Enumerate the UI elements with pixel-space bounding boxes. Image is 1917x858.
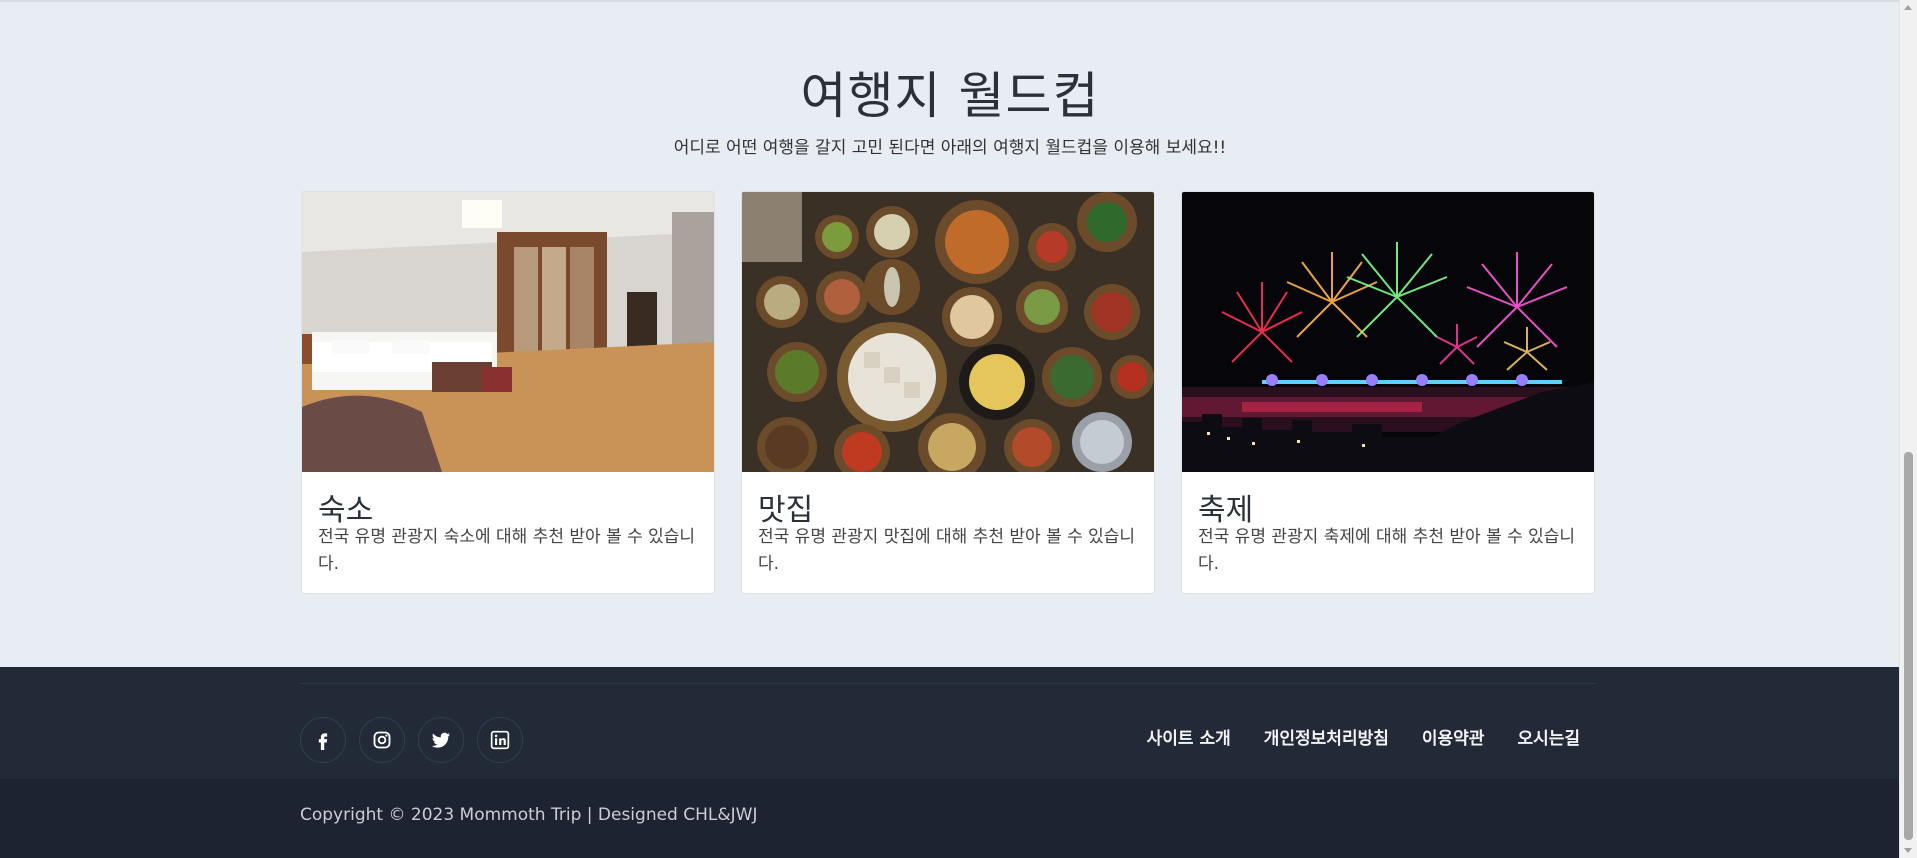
scrollbar-thumb[interactable]	[1904, 452, 1913, 840]
top-divider	[0, 0, 1900, 2]
card-title: 축제	[1198, 493, 1254, 528]
section-subtitle: 어디로 어떤 여행을 갈지 고민 된다면 아래의 여행지 월드컵을 이용해 보세…	[673, 138, 1227, 158]
page: 여행지 월드컵 어디로 어떤 여행을 갈지 고민 된다면 아래의 여행지 월드컵…	[0, 0, 1900, 858]
card-lodging[interactable]: 숙소 전국 유명 관광지 숙소에 대해 추천 받아 볼 수 있습니다.	[301, 191, 715, 594]
footer-link-terms[interactable]: 이용약관	[1422, 724, 1485, 749]
card-image-hotel-room[interactable]	[302, 192, 714, 472]
card-image-fireworks[interactable]	[1182, 192, 1594, 472]
facebook-icon[interactable]	[300, 717, 346, 763]
footer-link-privacy[interactable]: 개인정보처리방침	[1264, 724, 1389, 749]
footer-link-about[interactable]: 사이트 소개	[1147, 724, 1231, 749]
instagram-icon[interactable]	[359, 717, 405, 763]
card-text: 전국 유명 관광지 숙소에 대해 추천 받아 볼 수 있습니다.	[318, 527, 696, 574]
footer-link-directions[interactable]: 오시는길	[1517, 724, 1580, 749]
card-text: 전국 유명 관광지 맛집에 대해 추천 받아 볼 수 있습니다.	[758, 527, 1136, 574]
card-title: 숙소	[318, 493, 374, 528]
card-festivals[interactable]: 축제 전국 유명 관광지 축제에 대해 추천 받아 볼 수 있습니다.	[1181, 191, 1595, 594]
card-text: 전국 유명 관광지 축제에 대해 추천 받아 볼 수 있습니다.	[1198, 527, 1576, 574]
linkedin-icon[interactable]	[477, 717, 523, 763]
card-restaurants[interactable]: 맛집 전국 유명 관광지 맛집에 대해 추천 받아 볼 수 있습니다.	[741, 191, 1155, 594]
copyright-text: Copyright © 2023 Mommoth Trip | Designed…	[300, 805, 758, 825]
card-image-korean-food[interactable]	[742, 192, 1154, 472]
footer: 사이트 소개 개인정보처리방침 이용약관 오시는길	[0, 667, 1900, 779]
section-title: 여행지 월드컵	[800, 67, 1100, 125]
scroll-up-arrow-icon[interactable]	[1904, 5, 1912, 10]
footer-nav: 사이트 소개 개인정보처리방침 이용약관 오시는길	[1147, 724, 1580, 749]
footer-bottom: Copyright © 2023 Mommoth Trip | Designed…	[0, 779, 1900, 858]
scroll-down-arrow-icon[interactable]	[1904, 848, 1912, 853]
card-title: 맛집	[758, 493, 814, 528]
vertical-scrollbar[interactable]	[1899, 0, 1917, 858]
footer-divider	[300, 683, 1596, 684]
twitter-icon[interactable]	[418, 717, 464, 763]
